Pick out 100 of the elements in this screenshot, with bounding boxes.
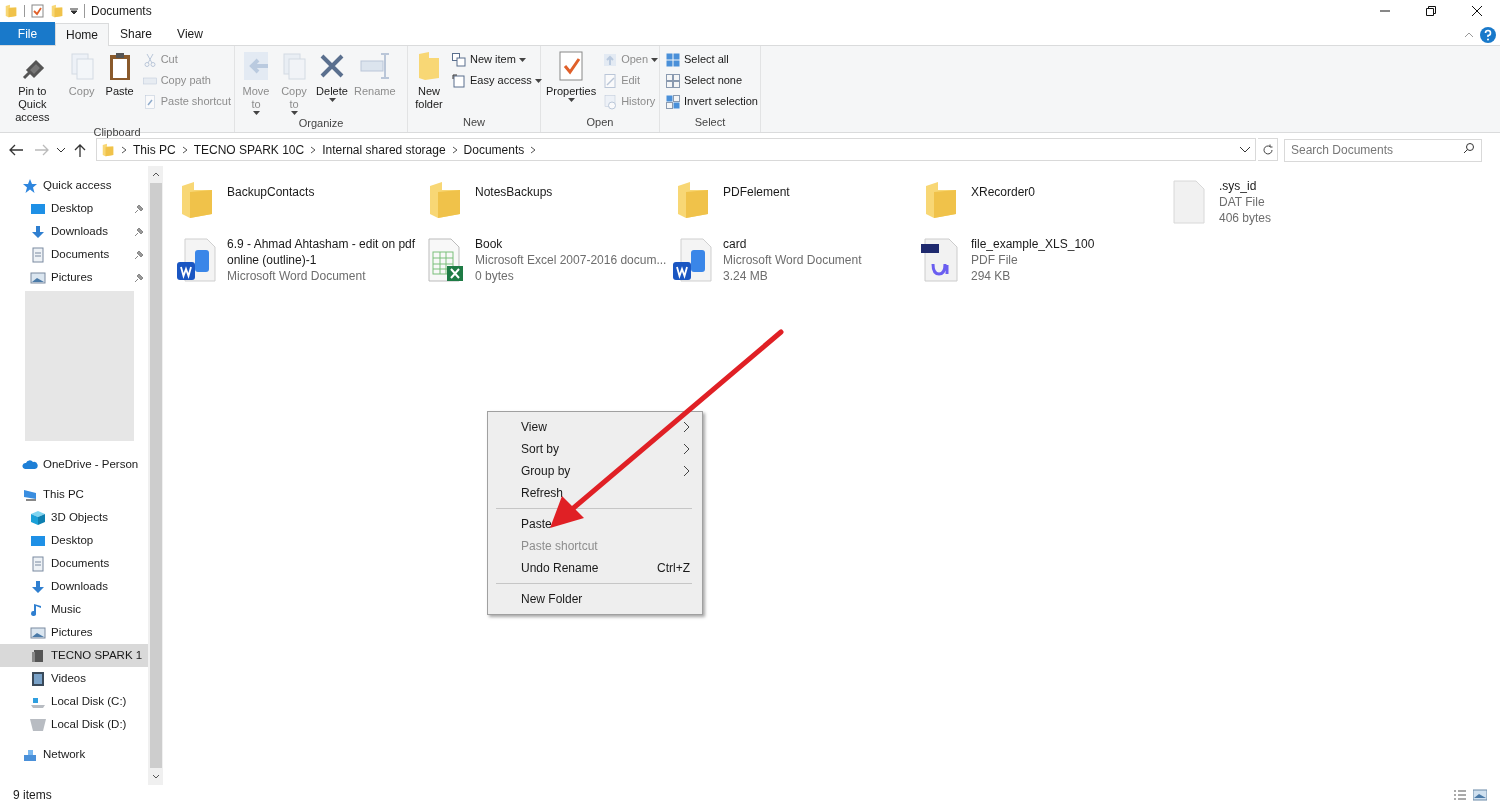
scroll-down-icon[interactable] [151, 774, 160, 779]
nav-item[interactable]: Quick access [0, 174, 148, 197]
help-icon[interactable] [1480, 27, 1496, 43]
minimize-icon [1380, 10, 1390, 12]
ribbon-button[interactable]: Invert selection [665, 92, 758, 111]
folder-icon [428, 180, 462, 220]
nav-item[interactable]: Desktop [0, 529, 148, 552]
close-icon [1472, 6, 1482, 16]
ribbon-button[interactable]: New folder [411, 50, 447, 114]
scissors-icon [141, 51, 158, 68]
file-item[interactable]: BackupContacts [175, 178, 423, 226]
folder-icon [101, 142, 115, 157]
nav-item[interactable]: Videos [0, 667, 148, 690]
file-name: Book [475, 236, 504, 252]
nav-item[interactable]: Music [0, 598, 148, 621]
back-icon[interactable] [8, 143, 24, 156]
ribbon-button[interactable]: Paste [101, 50, 138, 124]
recent-dropdown-icon[interactable] [56, 146, 66, 153]
down-arrow-icon [30, 578, 46, 595]
file-item[interactable]: card Microsoft Word Document 3.24 MB [671, 236, 919, 284]
ribbon-button[interactable]: Select none [665, 71, 758, 90]
spreadsheet-icon [425, 238, 465, 282]
nav-item[interactable]: Network [0, 743, 148, 766]
nav-item[interactable]: 3D Objects [0, 506, 148, 529]
breadcrumb[interactable]: This PC [133, 140, 176, 159]
dropdown-icon[interactable] [70, 7, 78, 15]
picture-icon [30, 269, 46, 286]
file-detail: DAT File [1219, 194, 1266, 210]
ribbon-tab[interactable]: Share [109, 22, 163, 45]
file-item[interactable]: XRecorder0 [919, 178, 1167, 226]
group-label: Open [585, 114, 615, 130]
file-item[interactable]: Book Microsoft Excel 2007-2016 docum... 0 bytes [423, 236, 671, 284]
group-label: Clipboard [92, 125, 142, 140]
large-icons-view-icon[interactable] [1473, 788, 1487, 801]
nav-item[interactable]: Local Disk (C:) [0, 690, 148, 713]
film-icon [30, 670, 46, 687]
ribbon-tab[interactable]: Home [55, 23, 109, 46]
ribbon-button[interactable]: Delete [314, 50, 350, 115]
breadcrumb[interactable]: Documents [463, 140, 525, 159]
file-detail: Microsoft Word Document [227, 268, 367, 284]
nav-item[interactable]: OneDrive - Person [0, 453, 148, 476]
file-name: BackupContacts [227, 184, 315, 200]
menu-item[interactable]: Refresh [490, 482, 700, 504]
file-detail: Microsoft Excel 2007-2016 docum... [475, 252, 667, 268]
ribbon-button[interactable]: Select all [665, 50, 758, 69]
ribbon-button[interactable]: Pin to Quick access [3, 50, 62, 124]
nav-item[interactable]: This PC [0, 483, 148, 506]
restore-icon [1426, 6, 1436, 16]
file-item[interactable]: 6.9 - Ahmad Ahtasham - edit on pdf online (outline)-1 Microsoft Word Document [175, 236, 423, 284]
folder-icon [180, 180, 214, 220]
up-icon[interactable] [72, 142, 88, 157]
properties-icon[interactable] [31, 4, 44, 18]
nav-item[interactable]: TECNO SPARK 1 [0, 644, 148, 667]
picture-icon [30, 624, 46, 641]
menu-item[interactable]: View [490, 416, 700, 438]
device-icon [30, 647, 46, 664]
ribbon-button[interactable]: New item [451, 50, 542, 69]
ribbon-button[interactable]: Easy access [451, 71, 542, 90]
address-bar[interactable]: This PC TECNO SPARK 10C Internal shared storage Documents [96, 138, 1256, 161]
ribbon-button[interactable]: Properties [544, 50, 599, 114]
nav-item[interactable]: Downloads [0, 575, 148, 598]
file-item[interactable]: PDFelement [671, 178, 919, 226]
collapse-ribbon-icon[interactable] [1464, 32, 1474, 38]
file-name: .sys_id [1219, 178, 1258, 194]
select-none-icon [665, 72, 681, 89]
nav-item[interactable]: Desktop [0, 197, 148, 220]
blank-file-icon [1172, 180, 1206, 224]
history-dropdown-icon[interactable] [1239, 145, 1251, 154]
nav-item[interactable]: Documents [0, 243, 148, 266]
ribbon-tab[interactable]: View [163, 22, 217, 45]
file-item[interactable]: file_example_XLS_100 PDF File 294 KB [919, 236, 1167, 284]
menu-item[interactable]: Group by [490, 460, 700, 482]
scrollbar[interactable] [148, 166, 163, 785]
ribbon-tab[interactable]: File [0, 22, 55, 45]
search-field[interactable]: Search Documents [1284, 138, 1482, 162]
file-item[interactable]: NotesBackups [423, 178, 671, 226]
details-view-icon[interactable] [1453, 788, 1467, 801]
file-item[interactable]: .sys_id DAT File 406 bytes [1167, 178, 1415, 226]
refresh-button[interactable] [1258, 138, 1278, 161]
history-icon [602, 93, 619, 110]
file-name: XRecorder0 [971, 184, 1036, 200]
nav-item[interactable]: Documents [0, 552, 148, 575]
nav-item[interactable]: Downloads [0, 220, 148, 243]
scroll-up-icon[interactable] [151, 172, 160, 177]
group-label: Select [693, 114, 727, 130]
breadcrumb[interactable]: Internal shared storage [322, 140, 446, 159]
nav-item[interactable]: Local Disk (D:) [0, 713, 148, 736]
new-item-icon [451, 51, 467, 68]
cube-icon [30, 509, 46, 526]
file-detail: 406 bytes [1219, 210, 1272, 226]
breadcrumb[interactable]: TECNO SPARK 10C [193, 140, 305, 159]
nav-item[interactable]: Pictures [0, 621, 148, 644]
menu-item[interactable]: Undo Rename Ctrl+Z [490, 557, 700, 579]
menu-item[interactable]: Sort by [490, 438, 700, 460]
menu-item[interactable]: New Folder [490, 588, 700, 610]
menu-item[interactable]: Paste [490, 513, 700, 535]
nav-item[interactable]: Pictures [0, 266, 148, 289]
refresh-icon [1261, 143, 1274, 156]
file-detail: 3.24 MB [723, 268, 769, 284]
group-label: New [462, 114, 486, 130]
